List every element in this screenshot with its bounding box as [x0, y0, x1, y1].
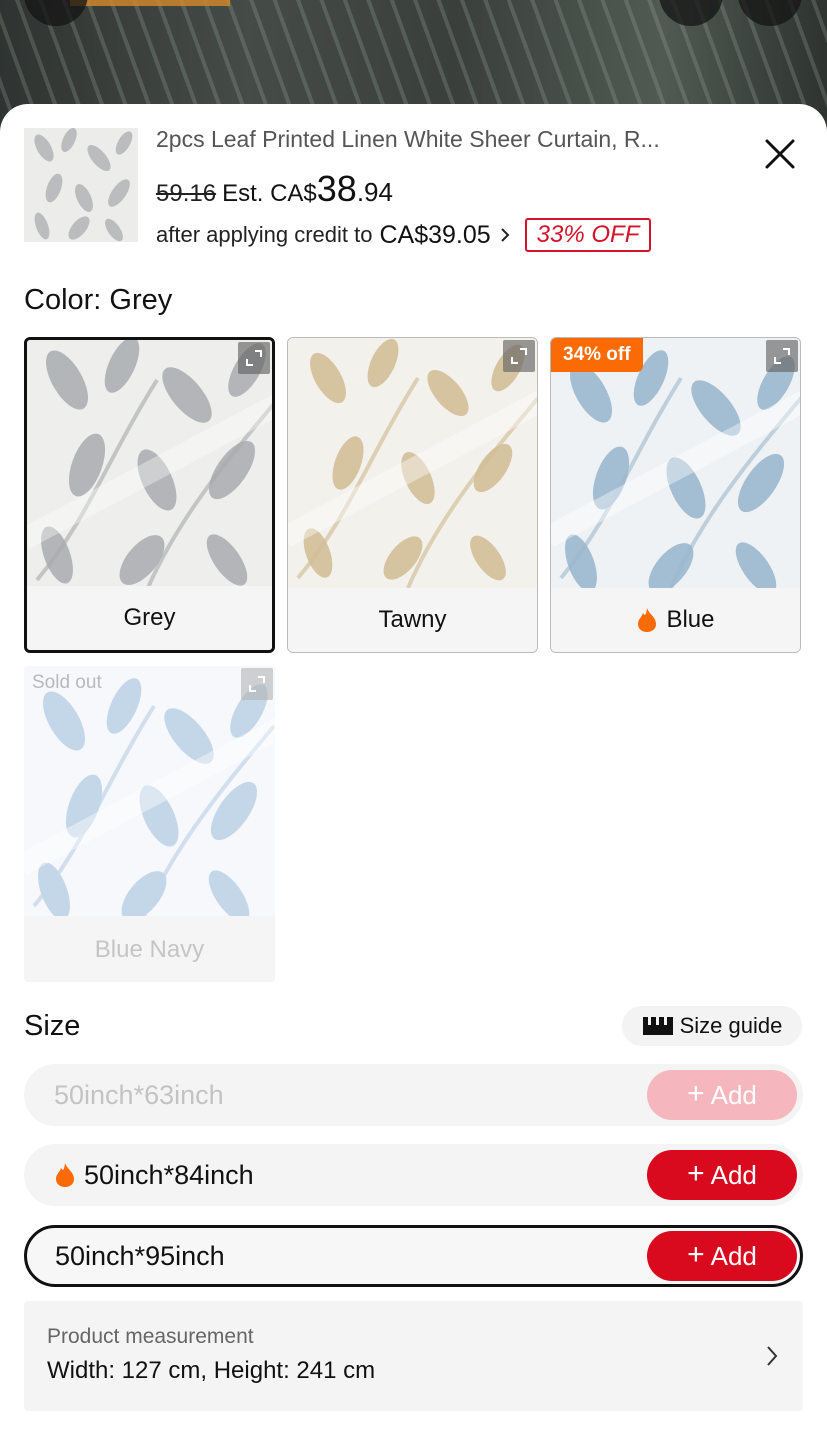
original-price: 59.16 [156, 180, 217, 207]
size-option-50x95[interactable]: 50inch*95inch + Add [24, 1225, 803, 1287]
expand-icon [246, 350, 262, 366]
sku-selector-sheet: 2pcs Leaf Printed Linen White Sheer Curt… [0, 104, 827, 1440]
plus-icon: + [687, 1077, 705, 1110]
measurement-label: Product measurement [47, 1325, 254, 1348]
add-button[interactable]: + Add [647, 1231, 797, 1281]
color-option-label: Blue Navy [24, 918, 275, 982]
size-option-label-row: 50inch*84inch [54, 1160, 254, 1191]
add-button[interactable]: + Add [647, 1070, 797, 1120]
discount-tag: 34% off [551, 338, 643, 372]
color-option-blue[interactable]: 34% off Blue [550, 337, 801, 653]
expand-image-button[interactable] [503, 340, 535, 372]
color-option-label: Blue [666, 606, 715, 633]
discount-badge: 33% OFF [524, 218, 652, 252]
close-button[interactable] [758, 132, 802, 176]
color-option-label: Tawny [288, 588, 537, 652]
color-option-label: Grey [27, 586, 272, 650]
size-option-label: 50inch*84inch [84, 1159, 254, 1190]
credit-text: after applying credit to [156, 222, 373, 247]
add-button-label: Add [710, 1240, 757, 1271]
chevron-right-icon [500, 228, 510, 242]
color-image-tawny [288, 338, 537, 588]
sold-out-tag: Sold out [32, 672, 102, 693]
measurement-value: Width: 127 cm, Height: 241 cm [47, 1357, 376, 1384]
product-thumbnail[interactable] [24, 128, 138, 242]
chevron-right-icon [767, 1346, 778, 1366]
color-image-blue-navy [24, 666, 275, 916]
credit-price-row[interactable]: after applying credit to CA$39.05 33% OF… [156, 218, 652, 252]
price-decimal: .94 [356, 177, 393, 207]
size-label: Size [24, 1010, 81, 1042]
add-button-label: Add [710, 1159, 757, 1190]
expand-image-button[interactable] [238, 342, 270, 374]
color-option-blue-navy[interactable]: Sold out Blue Navy [24, 666, 275, 982]
expand-image-button[interactable] [241, 668, 273, 700]
size-guide-button[interactable]: Size guide [622, 1006, 802, 1046]
product-title: 2pcs Leaf Printed Linen White Sheer Curt… [156, 126, 660, 152]
close-icon [765, 139, 795, 169]
ruler-icon [642, 1017, 673, 1035]
color-option-tawny[interactable]: Tawny [287, 337, 538, 653]
size-guide-label: Size guide [679, 1013, 783, 1038]
expand-icon [249, 676, 265, 692]
size-option-label: 50inch*95inch [55, 1240, 225, 1271]
color-label: Color: Grey [24, 284, 173, 316]
color-image-grey [27, 340, 272, 590]
price-integer: 38 [316, 168, 357, 209]
flame-icon [638, 608, 657, 632]
flame-icon [56, 1163, 74, 1187]
expand-image-button[interactable] [766, 340, 798, 372]
plus-icon: + [687, 1157, 705, 1190]
plus-icon: + [687, 1238, 705, 1271]
credit-amount: CA$39.05 [379, 220, 491, 249]
color-image-blue [551, 338, 800, 588]
price-row: 59.16 Est. CA$ 38 .94 [156, 168, 393, 210]
expand-icon [774, 348, 790, 364]
color-option-grey[interactable]: Grey [24, 337, 275, 653]
color-option-label-row: Blue [551, 588, 800, 652]
add-button[interactable]: + Add [647, 1150, 797, 1200]
price-currency-label: Est. CA$ [222, 180, 317, 207]
add-button-label: Add [710, 1079, 757, 1110]
product-measurement-row[interactable]: Product measurement Width: 127 cm, Heigh… [24, 1301, 803, 1411]
size-option-label: 50inch*63inch [54, 1079, 224, 1110]
size-option-50x84[interactable]: 50inch*84inch + Add [24, 1144, 803, 1206]
size-option-50x63[interactable]: 50inch*63inch + Add [24, 1064, 803, 1126]
expand-icon [511, 348, 527, 364]
